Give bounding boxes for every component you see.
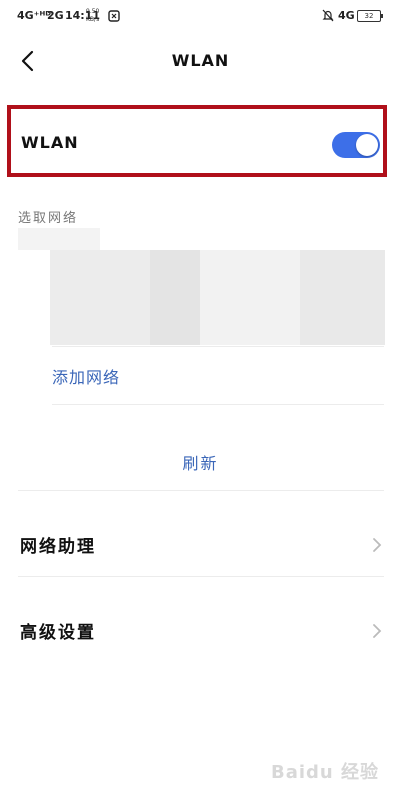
mute-bell-icon xyxy=(322,9,334,22)
toggle-knob xyxy=(356,134,378,156)
network-indicator-3: 4G xyxy=(338,9,355,22)
status-bar: 4G⁺ᴴᴰ 2G 14:11 9.50 KB/s 4G 32 xyxy=(0,0,401,32)
refresh-button[interactable]: 刷新 xyxy=(0,450,401,474)
menu-item-advanced-settings[interactable]: 高级设置 xyxy=(0,596,401,666)
divider xyxy=(52,346,384,347)
add-network-link[interactable]: 添加网络 xyxy=(52,364,120,388)
divider xyxy=(18,576,384,577)
watermark: Baidu 经验 xyxy=(270,762,379,783)
wlan-toggle-row[interactable]: WLAN xyxy=(7,105,387,177)
page-title: WLAN xyxy=(171,51,230,70)
section-label-select-network: 选取网络 xyxy=(18,211,79,226)
chevron-right-icon xyxy=(373,624,382,638)
net-speed-unit: KB/s xyxy=(86,16,100,23)
network-indicator-2: 2G xyxy=(47,9,64,22)
wlan-label: WLAN xyxy=(21,133,79,152)
menu-item-label: 网络助理 xyxy=(20,537,96,557)
wlan-toggle-switch[interactable] xyxy=(332,132,380,158)
battery-icon: 32 xyxy=(357,10,383,22)
app-notification-icon xyxy=(108,10,120,22)
chevron-right-icon xyxy=(373,538,382,552)
divider xyxy=(52,404,384,405)
net-speed-value: 9.50 xyxy=(86,8,100,15)
menu-item-network-assistant[interactable]: 网络助理 xyxy=(0,510,401,580)
menu-item-label: 高级设置 xyxy=(20,623,96,643)
header: WLAN xyxy=(0,40,401,84)
divider xyxy=(18,490,384,491)
network-indicator-1: 4G⁺ᴴᴰ xyxy=(17,9,52,22)
